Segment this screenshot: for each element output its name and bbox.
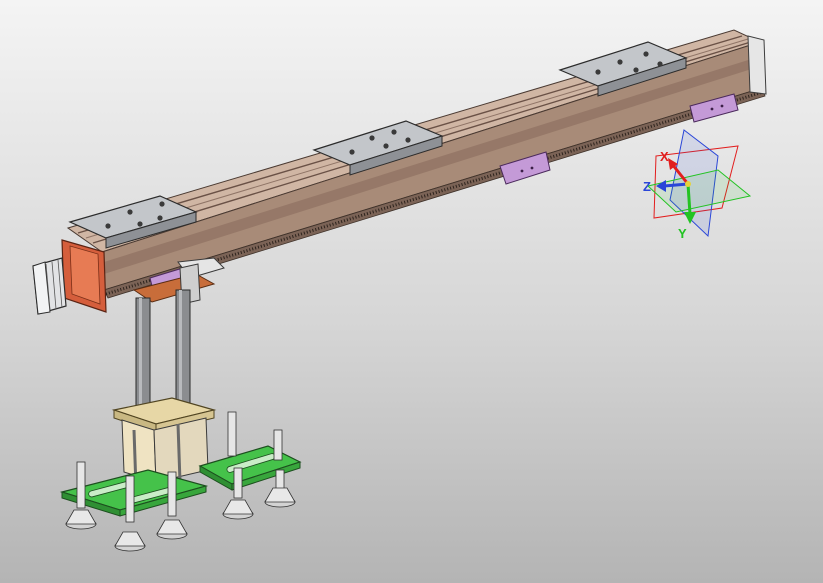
bolt-hole [595, 69, 601, 75]
bolt-hole [127, 209, 133, 215]
y-axis-label: Y [678, 226, 687, 241]
stepper-motor[interactable] [32, 257, 67, 315]
bolt-hole [617, 59, 623, 65]
rail-end-cap-inner [69, 245, 101, 305]
bolt-hole [657, 61, 663, 67]
bolt-hole [405, 137, 411, 143]
bolt-hole [105, 223, 111, 229]
rail-front-shadow [104, 56, 761, 274]
guide-column-highlight [139, 298, 142, 418]
y-axis-arrow [686, 183, 692, 215]
bolt-hole [369, 135, 375, 141]
orientation-triad[interactable]: X Y Z [643, 129, 752, 241]
bracket-hole [520, 169, 524, 173]
3d-viewport[interactable]: X Y Z [0, 0, 823, 583]
guide-column-highlight [179, 290, 182, 418]
triad-origin [685, 181, 691, 187]
cylinder-rod [176, 423, 182, 483]
bracket-hole [710, 107, 714, 111]
bolt-hole [383, 143, 389, 149]
z-axis-arrow [663, 182, 689, 188]
bracket-hole [530, 166, 534, 170]
z-axis-label: Z [643, 179, 651, 194]
suction-plate-right[interactable] [198, 445, 302, 491]
triad-plane-green [646, 169, 752, 213]
bolt-hole [349, 149, 355, 155]
bolt-hole [159, 201, 165, 207]
bolt-hole [643, 51, 649, 57]
cad-scene[interactable]: X Y Z [0, 0, 823, 583]
bracket-hole [720, 104, 724, 108]
guide-columns [135, 289, 191, 419]
bolt-hole [157, 215, 163, 221]
guide-column [175, 289, 191, 419]
bolt-hole [391, 129, 397, 135]
rail-end-cap-right [747, 35, 767, 95]
bolt-hole [137, 221, 143, 227]
x-axis-label: X [660, 149, 669, 164]
bolt-hole [633, 67, 639, 73]
guide-column [135, 297, 151, 419]
